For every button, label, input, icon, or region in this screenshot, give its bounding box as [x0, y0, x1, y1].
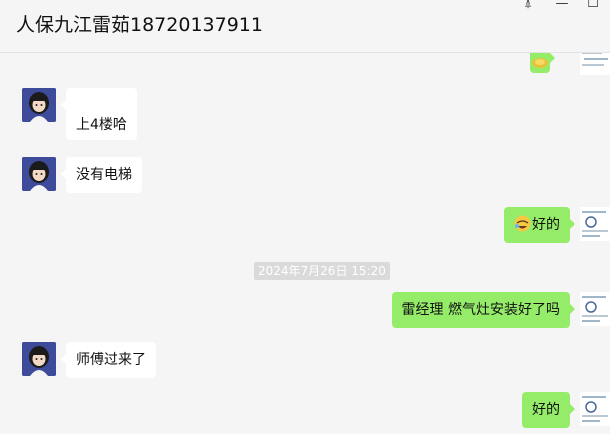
girl-avatar-icon — [22, 342, 56, 376]
pin-icon[interactable]: ⍋ — [519, 0, 537, 12]
self-avatar[interactable] — [580, 392, 610, 426]
self-avatar-icon — [582, 211, 608, 237]
self-avatar-icon — [582, 396, 608, 422]
girl-avatar-icon — [22, 88, 56, 122]
contact-avatar[interactable] — [22, 342, 56, 376]
contact-avatar[interactable] — [22, 88, 56, 122]
incoming-message-bubble[interactable]: 上4楼哈 — [61, 88, 137, 140]
incoming-message-bubble[interactable]: 师傅过来了 — [61, 342, 156, 378]
girl-avatar-icon — [22, 157, 56, 191]
message-list[interactable]: 上4楼哈 没有电梯 好的 2024年7月26日 15:20 雷经理 燃气灶安装好… — [0, 53, 610, 434]
outgoing-sticker-bubble[interactable] — [530, 53, 555, 73]
outgoing-message-bubble[interactable]: 好的 — [504, 207, 575, 243]
outgoing-message-text: 好的 — [532, 217, 560, 233]
outgoing-message-bubble[interactable]: 好的 — [522, 392, 575, 428]
chat-title: 人保九江雷茹18720137911 — [16, 14, 263, 36]
message-timestamp: 2024年7月26日 15:20 — [254, 262, 390, 280]
face-emoji — [514, 215, 531, 232]
self-avatar-icon — [582, 296, 608, 322]
title-bar: 人保九江雷茹18720137911 ⍋ — ☐ — [0, 0, 610, 53]
maximize-icon[interactable]: ☐ — [584, 0, 602, 12]
self-avatar[interactable] — [580, 292, 610, 326]
self-avatar[interactable] — [580, 207, 610, 241]
contact-avatar[interactable] — [22, 157, 56, 191]
outgoing-message-bubble[interactable]: 雷经理 燃气灶安装好了吗 — [391, 292, 576, 328]
minimize-icon[interactable]: — — [553, 0, 571, 12]
chat-window: 人保九江雷茹18720137911 ⍋ — ☐ 上4楼哈 没有电梯 好的 202… — [0, 0, 610, 434]
sticker-icon — [532, 58, 548, 68]
self-avatar-icon — [582, 53, 608, 66]
self-avatar[interactable] — [580, 53, 610, 75]
incoming-message-bubble[interactable]: 没有电梯 — [61, 157, 142, 193]
